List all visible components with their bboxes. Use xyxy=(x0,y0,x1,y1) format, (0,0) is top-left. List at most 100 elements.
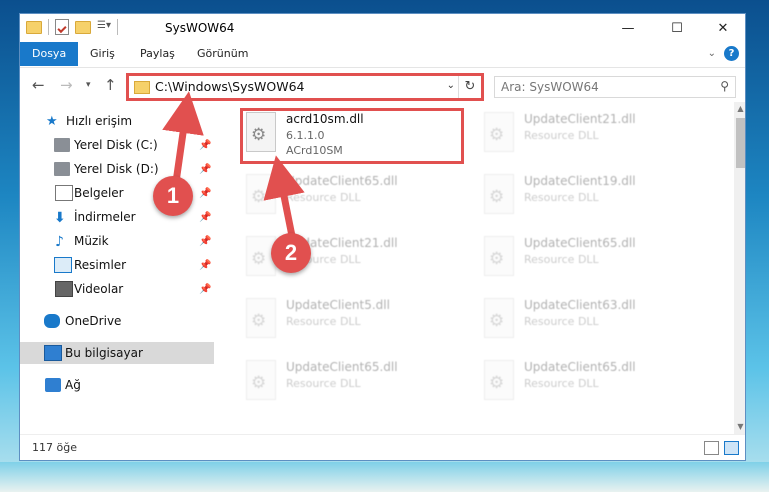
address-path[interactable]: C:\Windows\SysWOW64 xyxy=(155,79,304,94)
nav-label: Yerel Disk (D:) xyxy=(74,162,159,176)
search-icon[interactable]: ⚲ xyxy=(720,79,729,93)
address-dropdown-icon[interactable]: ⌄ xyxy=(447,80,455,91)
tab-home[interactable]: Giriş xyxy=(90,42,115,66)
nav-network[interactable]: Ağ xyxy=(20,374,214,396)
nav-label: Yerel Disk (C:) xyxy=(74,138,158,152)
tiles-view-icon[interactable] xyxy=(724,441,739,455)
document-icon xyxy=(55,185,73,201)
file-tile[interactable]: UpdateClient65.dll Resource DLL xyxy=(240,170,470,226)
nav-label: Hızlı erişim xyxy=(66,114,133,128)
file-name: UpdateClient65.dll xyxy=(524,360,636,374)
pictures-icon xyxy=(54,257,72,273)
file-name: UpdateClient65.dll xyxy=(286,174,398,188)
computer-icon xyxy=(44,345,62,361)
nav-label: Müzik xyxy=(74,234,109,248)
dll-file-icon xyxy=(246,298,276,338)
properties-icon[interactable] xyxy=(55,19,69,35)
pin-icon[interactable]: 📌 xyxy=(199,188,211,199)
nav-label: İndirmeler xyxy=(74,210,136,224)
pin-icon[interactable]: 📌 xyxy=(199,164,211,175)
pin-icon[interactable]: 📌 xyxy=(199,140,211,151)
network-icon xyxy=(45,378,61,392)
desktop-background xyxy=(0,462,769,492)
address-bar[interactable]: C:\Windows\SysWOW64 ⌄ ↻ xyxy=(126,73,484,101)
customize-toolbar-icon[interactable]: ☰▾ xyxy=(97,20,111,34)
explorer-window: ☰▾ SysWOW64 — ☐ ✕ Dosya Giriş Paylaş Gör… xyxy=(19,13,746,461)
nav-label: Belgeler xyxy=(74,186,124,200)
pin-icon[interactable]: 📌 xyxy=(199,212,211,223)
star-icon: ★ xyxy=(46,114,58,129)
title-bar: ☰▾ SysWOW64 — ☐ ✕ xyxy=(20,14,745,42)
dll-file-icon xyxy=(484,112,514,152)
file-description: Resource DLL xyxy=(286,315,361,328)
tab-share[interactable]: Paylaş xyxy=(140,42,175,66)
nav-quick-access[interactable]: ★ Hızlı erişim xyxy=(20,110,214,132)
file-tile[interactable]: UpdateClient65.dll Resource DLL xyxy=(478,232,708,288)
video-icon xyxy=(55,281,73,297)
quick-access-toolbar: ☰▾ xyxy=(26,19,118,35)
file-name: UpdateClient5.dll xyxy=(286,298,390,312)
file-tile[interactable]: UpdateClient63.dll Resource DLL xyxy=(478,294,708,350)
nav-music[interactable]: ♪ Müzik 📌 xyxy=(20,230,214,252)
file-tile[interactable]: UpdateClient21.dll Resource DLL xyxy=(478,108,708,164)
forward-arrow-icon[interactable]: → xyxy=(60,76,73,94)
dll-file-icon xyxy=(246,112,276,152)
dll-file-icon xyxy=(246,174,276,214)
nav-drive-d[interactable]: Yerel Disk (D:) 📌 xyxy=(20,158,214,180)
address-row: ← → ▾ ↑ C:\Windows\SysWOW64 ⌄ ↻ Ara: Sys… xyxy=(20,67,745,102)
file-tile[interactable]: UpdateClient65.dll Resource DLL xyxy=(240,356,470,412)
nav-pictures[interactable]: Resimler 📌 xyxy=(20,254,214,276)
ribbon-tabs: Dosya Giriş Paylaş Görünüm ⌄ ? xyxy=(20,42,745,66)
tab-file[interactable]: Dosya xyxy=(20,42,79,66)
vertical-scrollbar[interactable]: ▲ ▼ xyxy=(734,102,745,434)
drive-icon xyxy=(54,162,70,176)
navigation-pane: ★ Hızlı erişim Yerel Disk (C:) 📌 Yerel D… xyxy=(20,104,214,434)
dll-file-icon xyxy=(484,236,514,276)
item-count: 117 öğe xyxy=(32,441,77,454)
dll-file-icon xyxy=(246,360,276,400)
nav-label: Ağ xyxy=(65,378,81,392)
up-arrow-icon[interactable]: ↑ xyxy=(104,76,117,94)
file-tile[interactable]: UpdateClient65.dll Resource DLL xyxy=(478,356,708,412)
nav-onedrive[interactable]: OneDrive xyxy=(20,310,214,332)
nav-label: OneDrive xyxy=(65,314,122,328)
nav-label: Bu bilgisayar xyxy=(65,346,143,360)
scroll-thumb[interactable] xyxy=(736,118,745,168)
file-description: Resource DLL xyxy=(524,191,599,204)
file-tile[interactable]: UpdateClient19.dll Resource DLL xyxy=(478,170,708,226)
file-description: Resource DLL xyxy=(524,253,599,266)
recent-locations-icon[interactable]: ▾ xyxy=(86,80,91,90)
dll-file-icon xyxy=(484,298,514,338)
pin-icon[interactable]: 📌 xyxy=(199,284,211,295)
nav-drive-c[interactable]: Yerel Disk (C:) 📌 xyxy=(20,134,214,156)
music-icon: ♪ xyxy=(55,234,64,250)
close-button[interactable]: ✕ xyxy=(700,14,745,42)
drive-icon xyxy=(54,138,70,152)
file-tile[interactable]: UpdateClient5.dll Resource DLL xyxy=(240,294,470,350)
help-icon[interactable]: ? xyxy=(724,46,739,61)
pin-icon[interactable]: 📌 xyxy=(199,260,211,271)
folder-icon xyxy=(26,20,42,34)
maximize-button[interactable]: ☐ xyxy=(654,14,700,42)
minimize-button[interactable]: — xyxy=(605,14,651,42)
refresh-icon[interactable]: ↻ xyxy=(458,76,481,98)
back-arrow-icon[interactable]: ← xyxy=(32,76,45,94)
expand-ribbon-icon[interactable]: ⌄ xyxy=(708,48,716,59)
nav-videos[interactable]: Videolar 📌 xyxy=(20,278,214,300)
folder-icon xyxy=(134,81,150,94)
details-view-icon[interactable] xyxy=(704,441,719,455)
search-placeholder[interactable]: Ara: SysWOW64 xyxy=(501,80,599,94)
new-folder-icon[interactable] xyxy=(75,20,91,34)
scroll-up-icon[interactable]: ▲ xyxy=(734,102,745,116)
scroll-down-icon[interactable]: ▼ xyxy=(734,420,745,434)
file-name: UpdateClient63.dll xyxy=(524,298,636,312)
search-box[interactable]: Ara: SysWOW64 ⚲ xyxy=(494,76,736,98)
tab-view[interactable]: Görünüm xyxy=(197,42,248,66)
dll-file-icon xyxy=(484,360,514,400)
pin-icon[interactable]: 📌 xyxy=(199,236,211,247)
nav-this-pc[interactable]: Bu bilgisayar xyxy=(20,342,214,364)
file-name: UpdateClient21.dll xyxy=(524,112,636,126)
separator xyxy=(117,19,118,35)
file-name: UpdateClient19.dll xyxy=(524,174,636,188)
file-tile-acrd10sm[interactable]: acrd10sm.dll 6.1.1.0 ACrd10SM xyxy=(240,108,470,164)
